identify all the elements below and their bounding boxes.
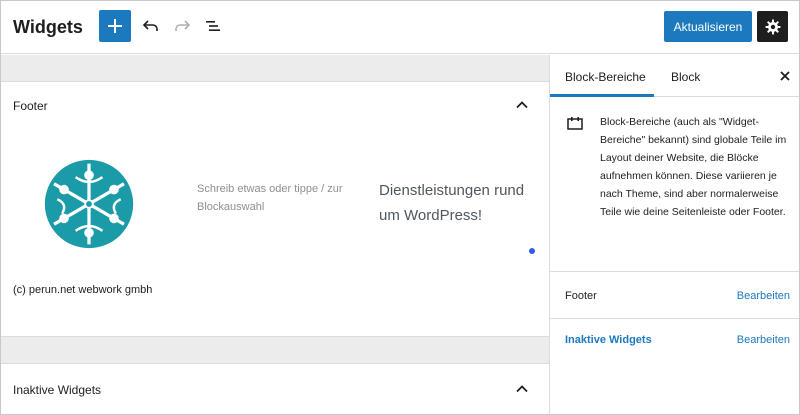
redo-button[interactable] [170,14,194,38]
plus-icon [108,19,122,33]
widgets-editor: Widgets Aktualisieren Footer Schreib etw… [0,0,800,415]
settings-sidebar: Block-Bereiche Block Block-Bereiche (auc… [549,55,799,414]
add-block-button[interactable] [99,10,131,42]
description-text: Block-Bereiche (auch als "Widget-Bereich… [600,116,787,218]
undo-button[interactable] [139,14,163,38]
block-placeholder[interactable]: Schreib etwas oder tippe / zur Blockausw… [197,180,347,216]
footer-widget-area[interactable]: Footer Schreib etwas oder tippe / zur Bl… [1,81,549,337]
undo-icon [142,20,158,31]
tab-block[interactable]: Block [671,70,700,84]
gear-icon [765,19,780,34]
copyright-text[interactable]: (c) perun.net webwork gmbh [13,284,152,296]
block-area-icon [567,117,583,130]
perun-logo [44,159,134,249]
footer-area-title: Footer [13,99,48,113]
widget-canvas: Footer Schreib etwas oder tippe / zur Bl… [1,55,549,414]
redo-icon [175,20,191,31]
area-label: Inaktive Widgets [565,334,652,346]
inactive-area-title: Inaktive Widgets [13,383,102,397]
chevron-up-icon[interactable] [515,98,529,112]
close-icon[interactable] [778,69,792,83]
area-label: Footer [565,290,597,302]
sidebar-tabs: Block-Bereiche Block [550,55,799,97]
top-toolbar: Widgets Aktualisieren [1,1,799,54]
edit-footer-link[interactable]: Bearbeiten [737,290,790,302]
list-view-button[interactable] [201,14,225,38]
list-view-icon [206,21,220,31]
inactive-widget-area[interactable]: Inaktive Widgets [1,363,549,414]
area-row-inactive-widgets: Inaktive Widgets Bearbeiten [550,319,799,363]
chevron-up-icon[interactable] [515,382,529,396]
promo-text[interactable]: Dienstleistungen rund um WordPress! [379,178,539,228]
update-button[interactable]: Aktualisieren [664,11,752,42]
page-title: Widgets [13,17,83,37]
area-row-footer: Footer Bearbeiten [550,275,799,319]
block-insertion-point[interactable] [529,248,535,254]
edit-inactive-link[interactable]: Bearbeiten [737,334,790,346]
block-areas-description: Block-Bereiche (auch als "Widget-Bereich… [550,97,799,272]
settings-button[interactable] [757,11,788,42]
tab-block-areas[interactable]: Block-Bereiche [565,70,646,84]
